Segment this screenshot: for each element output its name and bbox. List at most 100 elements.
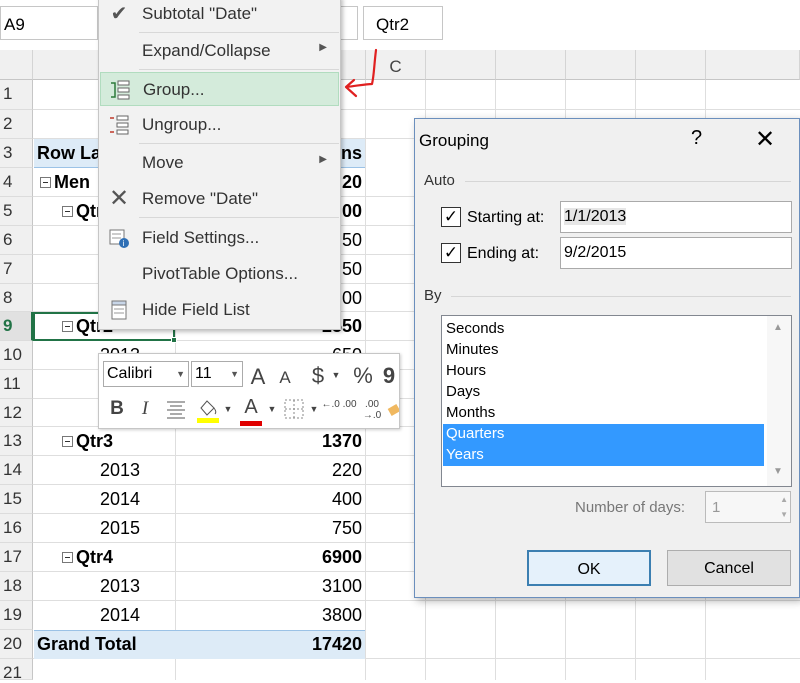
pivot-quarter-row[interactable]: Qtr3 bbox=[34, 427, 174, 452]
row-header[interactable]: 4 bbox=[0, 168, 33, 197]
menu-item-pivottable-options[interactable]: PivotTable Options... bbox=[100, 257, 339, 291]
ok-button[interactable]: OK bbox=[527, 550, 651, 586]
menu-item-field-settings[interactable]: i Field Settings... bbox=[100, 221, 339, 255]
list-item[interactable]: Days bbox=[443, 382, 764, 403]
italic-button[interactable]: I bbox=[135, 398, 155, 420]
list-item[interactable]: Seconds bbox=[443, 319, 764, 340]
align-center-icon[interactable] bbox=[165, 398, 187, 426]
row-header[interactable]: 8 bbox=[0, 284, 33, 312]
ending-at-input[interactable]: 9/2/2015 bbox=[560, 237, 792, 269]
decrease-font-size-button[interactable]: A bbox=[275, 368, 295, 388]
pivot-value[interactable]: 6900 bbox=[175, 543, 365, 568]
name-box[interactable]: A9 bbox=[0, 6, 98, 40]
ending-at-label[interactable]: Ending at: bbox=[467, 245, 539, 263]
borders-button[interactable] bbox=[283, 398, 305, 426]
increase-font-size-button[interactable]: A bbox=[247, 364, 269, 390]
pivot-quarter-row[interactable]: Qtr4 bbox=[34, 543, 174, 568]
collapse-icon[interactable] bbox=[40, 177, 51, 188]
menu-item-subtotal[interactable]: ✔ Subtotal "Date" bbox=[100, 0, 339, 31]
row-header[interactable]: 17 bbox=[0, 543, 33, 572]
row-header[interactable]: 12 bbox=[0, 399, 33, 427]
font-size-dropdown[interactable]: 11 ▼ bbox=[191, 361, 243, 387]
list-item[interactable]: Minutes bbox=[443, 340, 764, 361]
row-header[interactable]: 1 bbox=[0, 80, 33, 110]
row-header[interactable]: 11 bbox=[0, 370, 33, 399]
dropdown-arrow-icon[interactable]: ▼ bbox=[331, 370, 341, 380]
starting-at-label[interactable]: Starting at: bbox=[467, 209, 544, 227]
menu-item-hide-field-list[interactable]: Hide Field List bbox=[100, 293, 339, 327]
pivot-year-row[interactable]: 2013 bbox=[34, 572, 174, 597]
row-header[interactable]: 15 bbox=[0, 485, 33, 514]
font-color-button[interactable]: A bbox=[239, 396, 263, 426]
format-painter-icon[interactable] bbox=[387, 400, 401, 424]
row-header[interactable]: 3 bbox=[0, 139, 33, 168]
pivot-value[interactable]: 400 bbox=[175, 485, 365, 510]
pivot-value[interactable]: 3100 bbox=[175, 572, 365, 597]
formula-bar-segment[interactable] bbox=[338, 6, 358, 40]
ending-at-checkbox[interactable]: ✓ bbox=[441, 243, 461, 263]
bold-button[interactable]: B bbox=[107, 398, 127, 420]
help-button[interactable]: ? bbox=[691, 127, 702, 150]
comma-style-button[interactable]: 9 bbox=[382, 363, 396, 389]
row-header[interactable]: 5 bbox=[0, 197, 33, 226]
fill-handle[interactable] bbox=[171, 337, 177, 343]
currency-format-button[interactable]: $ bbox=[307, 363, 329, 389]
starting-at-input[interactable]: 1/1/2013 bbox=[560, 201, 792, 233]
pivot-year-row[interactable]: 2013 bbox=[34, 456, 174, 481]
select-all-corner[interactable] bbox=[0, 50, 33, 80]
increase-decimal-button[interactable]: ←.0 .00 bbox=[321, 399, 357, 410]
list-item-selected[interactable]: Years bbox=[443, 445, 764, 466]
dropdown-arrow-icon[interactable]: ▼ bbox=[309, 404, 319, 414]
collapse-icon[interactable] bbox=[62, 552, 73, 563]
pivot-value[interactable]: 750 bbox=[175, 514, 365, 539]
row-header[interactable]: 6 bbox=[0, 226, 33, 255]
row-header[interactable]: 10 bbox=[0, 341, 33, 370]
scroll-up-icon[interactable]: ▲ bbox=[773, 322, 783, 333]
row-header[interactable]: 13 bbox=[0, 427, 33, 456]
row-header[interactable]: 18 bbox=[0, 572, 33, 601]
number-of-days-input[interactable]: 1 ▲ ▼ bbox=[705, 491, 791, 523]
row-header[interactable]: 16 bbox=[0, 514, 33, 543]
dropdown-arrow-icon[interactable]: ▼ bbox=[267, 404, 277, 414]
spin-up-icon[interactable]: ▲ bbox=[780, 495, 788, 504]
spin-down-icon[interactable]: ▼ bbox=[780, 510, 788, 519]
menu-item-group[interactable]: Group... bbox=[100, 72, 339, 106]
row-header[interactable]: 19 bbox=[0, 601, 33, 630]
list-item[interactable]: Hours bbox=[443, 361, 764, 382]
column-header-g[interactable] bbox=[636, 50, 706, 80]
list-item-selected[interactable]: Quarters bbox=[443, 424, 764, 445]
decrease-decimal-button[interactable]: .00 →.0 bbox=[357, 399, 387, 421]
formula-input[interactable]: Qtr2 bbox=[363, 6, 443, 40]
row-header[interactable]: 14 bbox=[0, 456, 33, 485]
grand-total-label[interactable]: Grand Total bbox=[34, 630, 174, 655]
close-button[interactable]: ✕ bbox=[755, 125, 775, 154]
menu-item-ungroup[interactable]: Ungroup... bbox=[100, 108, 339, 142]
pivot-year-row[interactable]: 2014 bbox=[34, 485, 174, 510]
collapse-icon[interactable] bbox=[62, 436, 73, 447]
row-header-selected[interactable]: 9 bbox=[0, 312, 33, 341]
row-header[interactable]: 21 bbox=[0, 659, 33, 682]
pivot-year-row[interactable]: 2015 bbox=[34, 514, 174, 539]
pivot-value[interactable]: 3800 bbox=[175, 601, 365, 626]
starting-at-checkbox[interactable]: ✓ bbox=[441, 207, 461, 227]
dropdown-arrow-icon[interactable]: ▼ bbox=[223, 404, 233, 414]
pivot-year-row[interactable]: 2014 bbox=[34, 601, 174, 626]
percent-style-button[interactable]: % bbox=[351, 363, 375, 389]
pivot-value[interactable]: 220 bbox=[175, 456, 365, 481]
fill-color-button[interactable] bbox=[195, 396, 221, 430]
list-item[interactable]: Months bbox=[443, 403, 764, 424]
grand-total-value[interactable]: 17420 bbox=[175, 630, 365, 655]
column-header-h[interactable] bbox=[706, 50, 800, 80]
listbox-scrollbar[interactable]: ▲ ▼ bbox=[767, 316, 791, 486]
menu-item-remove[interactable]: ✕ Remove "Date" bbox=[100, 182, 339, 216]
scroll-down-icon[interactable]: ▼ bbox=[773, 466, 783, 477]
collapse-icon[interactable] bbox=[62, 206, 73, 217]
row-header[interactable]: 7 bbox=[0, 255, 33, 284]
column-header-d[interactable] bbox=[426, 50, 496, 80]
menu-item-move[interactable]: Move ▶ bbox=[100, 146, 339, 180]
by-listbox[interactable]: Seconds Minutes Hours Days Months Quarte… bbox=[441, 315, 792, 487]
cancel-button[interactable]: Cancel bbox=[667, 550, 791, 586]
font-name-dropdown[interactable]: Calibri ▼ bbox=[103, 361, 189, 387]
row-header[interactable]: 20 bbox=[0, 630, 33, 659]
column-header-e[interactable] bbox=[496, 50, 566, 80]
